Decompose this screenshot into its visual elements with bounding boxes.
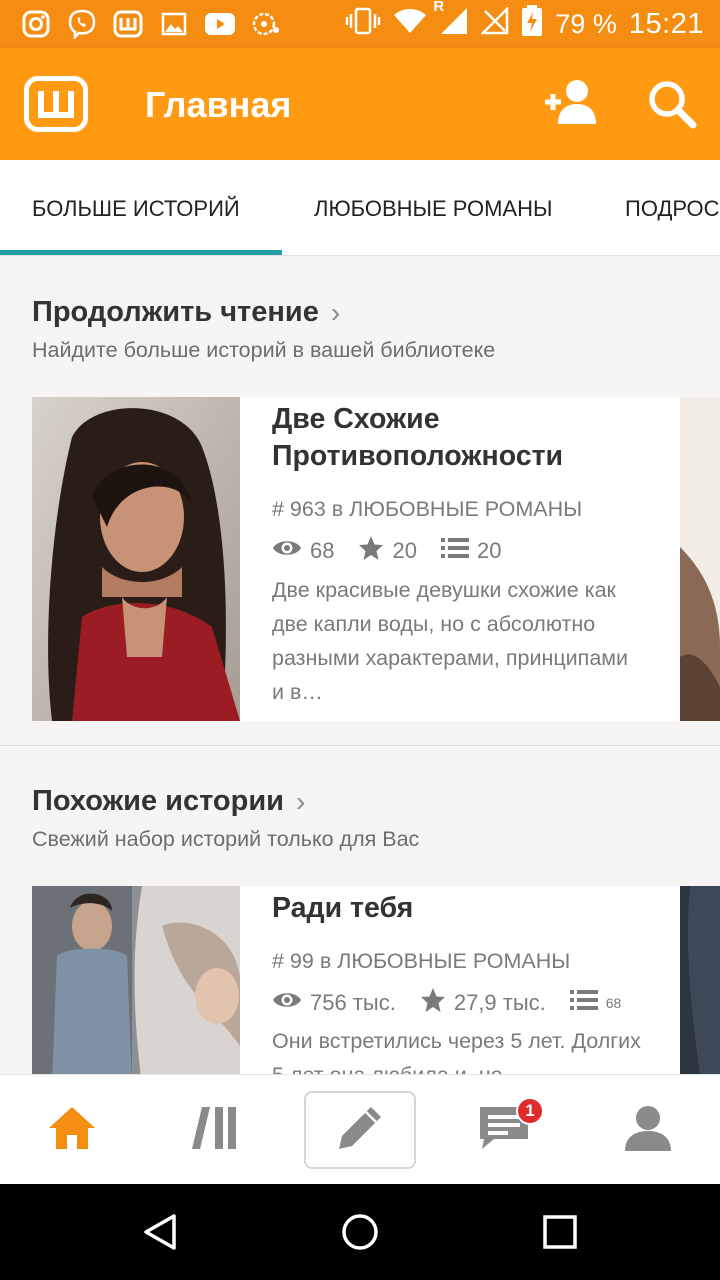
- page-title: Главная: [145, 84, 292, 125]
- bottom-navigation: 1: [0, 1074, 720, 1184]
- star-icon: [358, 535, 384, 567]
- pencil-icon: [335, 1103, 385, 1158]
- story-cover[interactable]: [32, 397, 240, 721]
- nav-profile[interactable]: [576, 1075, 720, 1185]
- eye-icon: [272, 537, 302, 565]
- profile-icon: [623, 1103, 673, 1158]
- library-icon: [192, 1105, 240, 1156]
- story-card[interactable]: Ради тебя # 99 в ЛЮБОВНЫЕ РОМАНЫ 756 тыс…: [32, 886, 680, 1074]
- home-icon: [47, 1105, 97, 1156]
- section-title-text: Похожие истории: [32, 785, 285, 817]
- reads-count: 68: [310, 538, 335, 563]
- nav-write[interactable]: [304, 1091, 416, 1169]
- reads-stat: 756 тыс.: [272, 989, 396, 1017]
- no-signal-icon: [480, 5, 509, 42]
- nav-library[interactable]: [144, 1075, 288, 1185]
- story-rank: # 963 в ЛЮБОВНЫЕ РОМАНЫ: [272, 497, 583, 521]
- status-bar: R 79 % 15:21: [0, 0, 720, 48]
- battery-percent: 79 %: [555, 8, 617, 39]
- section-similar-stories-subtitle: Свежий набор историй только для Вас: [32, 827, 420, 851]
- story-description: Они встретились через 5 лет. Долгих 5 ле…: [272, 1029, 641, 1074]
- tab-more-stories[interactable]: БОЛЬШЕ ИСТОРИЙ: [32, 196, 240, 222]
- battery-icon: [521, 4, 543, 44]
- tab-romance[interactable]: ЛЮБОВНЫЕ РОМАНЫ: [314, 196, 552, 222]
- section-continue-reading-title[interactable]: Продолжить чтение ›: [32, 296, 340, 329]
- home-button-icon[interactable]: [336, 1208, 384, 1256]
- add-friend-icon[interactable]: [544, 78, 600, 130]
- section-title-text: Продолжить чтение: [32, 296, 319, 328]
- wifi-icon: [393, 7, 427, 42]
- vibrate-icon: [345, 6, 381, 43]
- active-tab-indicator: [0, 250, 282, 255]
- roaming-indicator: R: [433, 0, 445, 15]
- recent-apps-icon[interactable]: [536, 1208, 584, 1256]
- system-navigation-bar: [0, 1184, 720, 1280]
- eye-icon: [272, 989, 302, 1017]
- list-icon: [440, 537, 469, 565]
- parts-count: 68: [605, 995, 622, 1011]
- chevron-right-icon: ›: [330, 296, 341, 328]
- votes-count: 27,9 тыс.: [453, 990, 546, 1015]
- instagram-icon: [20, 8, 52, 40]
- section-divider: [0, 745, 720, 746]
- story-description: Две красивые девушки схожие как две капл…: [272, 578, 629, 704]
- app-bar: Главная: [0, 48, 720, 160]
- wattpad-logo[interactable]: [24, 76, 88, 132]
- story-stats: 756 тыс. 27,9 тыс. 68: [272, 987, 645, 1019]
- youtube-icon: [204, 8, 236, 40]
- section-continue-reading-subtitle: Найдите больше историй в вашей библиотек…: [32, 338, 496, 362]
- media-icon: [250, 8, 282, 40]
- nav-home[interactable]: [0, 1075, 144, 1185]
- votes-stat: 20: [358, 535, 417, 567]
- chevron-right-icon: ›: [296, 785, 306, 817]
- back-icon[interactable]: [136, 1208, 184, 1256]
- list-icon: [569, 989, 598, 1017]
- section-similar-stories-title[interactable]: Похожие истории ›: [32, 785, 305, 818]
- clock: 15:21: [628, 7, 704, 40]
- story-card[interactable]: Две Схожие Противоположности # 963 в ЛЮБ…: [32, 397, 680, 721]
- category-tabs: БОЛЬШЕ ИСТОРИЙ ЛЮБОВНЫЕ РОМАНЫ ПОДРОС: [0, 160, 720, 256]
- wattpad-icon: [112, 8, 144, 40]
- search-icon[interactable]: [646, 78, 702, 130]
- story-stats: 68 20 20: [272, 535, 525, 567]
- viber-icon: [66, 8, 98, 40]
- story-title[interactable]: Две Схожие Противоположности: [272, 401, 662, 475]
- messages-badge: 1: [516, 1097, 544, 1125]
- tab-teen[interactable]: ПОДРОС: [625, 196, 720, 222]
- parts-stat: 20: [440, 537, 502, 565]
- next-story-card-peek[interactable]: [680, 397, 720, 721]
- parts-stat: 68: [569, 989, 622, 1017]
- parts-count: 20: [476, 538, 502, 563]
- nav-messages[interactable]: [432, 1075, 576, 1185]
- reads-count: 756 тыс.: [310, 990, 396, 1015]
- story-rank: # 99 в ЛЮБОВНЫЕ РОМАНЫ: [272, 949, 571, 973]
- story-cover[interactable]: [32, 886, 240, 1074]
- story-title[interactable]: Ради тебя: [272, 890, 662, 927]
- signal-icon: R: [433, 0, 469, 43]
- votes-stat: 27,9 тыс.: [420, 987, 546, 1019]
- next-story-card-peek[interactable]: [680, 886, 720, 1074]
- votes-count: 20: [392, 538, 417, 563]
- star-icon: [420, 987, 446, 1019]
- reads-stat: 68: [272, 537, 334, 565]
- gallery-icon: [158, 8, 190, 40]
